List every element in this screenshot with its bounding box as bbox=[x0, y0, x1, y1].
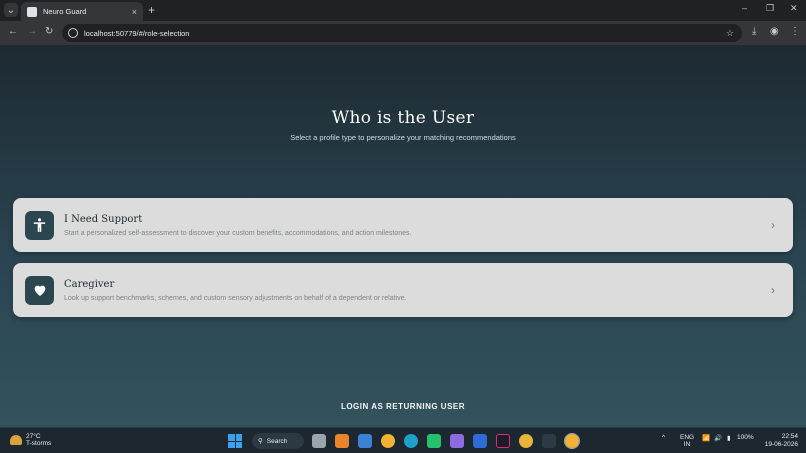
android-studio-icon[interactable] bbox=[542, 434, 556, 448]
language-code[interactable]: ENG bbox=[680, 434, 694, 441]
site-info-icon[interactable] bbox=[68, 28, 78, 38]
url-text[interactable]: localhost:50779/#/role-selection bbox=[84, 29, 726, 38]
tab-title: Neuro Guard bbox=[43, 7, 87, 16]
reload-icon[interactable]: ↻ bbox=[45, 26, 53, 37]
login-returning-user-link[interactable]: LOGIN AS RETURNING USER bbox=[0, 402, 806, 411]
page-title: Who is the User bbox=[331, 108, 475, 128]
mail-icon[interactable] bbox=[358, 434, 372, 448]
chrome-profile-icon[interactable] bbox=[519, 434, 533, 448]
copilot-icon[interactable] bbox=[450, 434, 464, 448]
chevron-right-icon: › bbox=[771, 218, 775, 232]
whatsapp-icon[interactable] bbox=[427, 434, 441, 448]
clock-date: 19-06-2026 bbox=[764, 441, 798, 448]
profile-icon[interactable]: ◉ bbox=[770, 26, 779, 37]
search-icon: ⚲ bbox=[258, 438, 263, 445]
store-icon[interactable] bbox=[473, 434, 487, 448]
card-title: Caregiver bbox=[64, 278, 115, 290]
os-taskbar: 27°C T-storms ⚲ Search ^ ENG IN 📶 🔊 ▮ 10… bbox=[0, 427, 806, 453]
restore-button[interactable]: ❐ bbox=[766, 3, 774, 14]
search-label: Search bbox=[266, 437, 288, 445]
close-window-button[interactable]: ✕ bbox=[790, 3, 798, 14]
weather-temp: 27°C bbox=[26, 433, 41, 440]
chrome-active-icon[interactable] bbox=[564, 433, 580, 449]
back-icon[interactable]: ← bbox=[8, 26, 18, 37]
menu-kebab-icon[interactable]: ⋮ bbox=[790, 26, 800, 37]
edge-icon[interactable] bbox=[404, 434, 418, 448]
weather-desc: T-storms bbox=[26, 440, 52, 447]
new-tab-button[interactable]: + bbox=[148, 3, 155, 17]
vlc-icon[interactable] bbox=[335, 434, 349, 448]
browser-tab[interactable]: Neuro Guard × bbox=[21, 2, 143, 21]
system-clock[interactable]: 22:54 19-06-2026 bbox=[762, 433, 798, 449]
volume-icon[interactable]: 🔊 bbox=[714, 434, 722, 442]
favicon-icon bbox=[27, 6, 37, 17]
task-view-icon[interactable] bbox=[312, 434, 326, 448]
bookmark-star-icon[interactable]: ☆ bbox=[726, 28, 734, 39]
browser-tab-bar: ⌄ Neuro Guard × + – ❐ ✕ bbox=[0, 0, 806, 21]
card-title: I Need Support bbox=[64, 213, 143, 225]
heart-icon bbox=[25, 275, 54, 305]
wifi-icon[interactable]: 📶 bbox=[702, 434, 710, 442]
clock-time: 22:54 bbox=[781, 433, 798, 440]
windows-start-icon[interactable] bbox=[228, 434, 242, 448]
tab-search-button[interactable]: ⌄ bbox=[4, 3, 18, 17]
address-bar-row: ← → ↻ localhost:50779/#/role-selection ☆… bbox=[0, 21, 806, 45]
card-description: Look up support benchmarks, schemes, and… bbox=[64, 294, 407, 302]
card-description: Start a personalized self-assessment to … bbox=[64, 229, 412, 237]
chevron-right-icon: › bbox=[771, 283, 775, 297]
battery-icon[interactable]: ▮ bbox=[727, 434, 731, 442]
battery-percent: 100% bbox=[737, 434, 754, 441]
role-card-caregiver[interactable]: Caregiver Look up support benchmarks, sc… bbox=[13, 263, 793, 317]
accessibility-icon bbox=[25, 210, 54, 240]
tray-overflow-icon[interactable]: ^ bbox=[662, 434, 665, 441]
forward-icon[interactable]: → bbox=[27, 26, 37, 37]
minimize-button[interactable]: – bbox=[742, 3, 747, 13]
download-icon[interactable]: ⤓ bbox=[752, 26, 756, 37]
region-code[interactable]: IN bbox=[684, 441, 691, 448]
role-card-need-support[interactable]: I Need Support Start a personalized self… bbox=[13, 198, 793, 252]
omnibox[interactable]: localhost:50779/#/role-selection ☆ bbox=[62, 24, 742, 42]
weather-storm-icon bbox=[10, 435, 22, 445]
tab-close-button[interactable]: × bbox=[132, 7, 137, 17]
role-selection-page: Who is the User Select a profile type to… bbox=[0, 45, 806, 427]
weather-widget[interactable]: 27°C T-storms bbox=[10, 433, 51, 447]
page-subtitle: Select a profile type to personalize you… bbox=[290, 133, 516, 142]
taskbar-search[interactable]: ⚲ Search bbox=[252, 433, 304, 449]
adobe-icon[interactable] bbox=[496, 434, 510, 448]
chrome-icon[interactable] bbox=[381, 434, 395, 448]
